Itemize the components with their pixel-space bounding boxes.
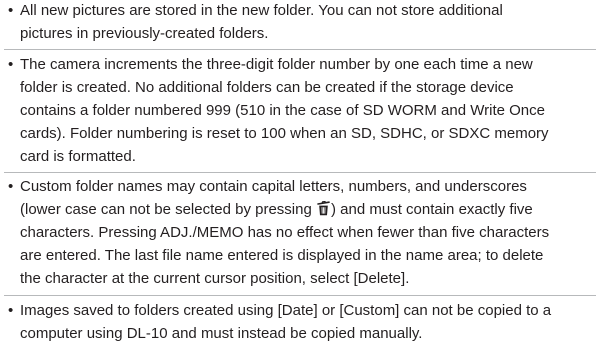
text-line: The camera increments the three-digit fo… <box>20 56 533 73</box>
text-line: computer using DL-10 and must instead be… <box>20 325 423 342</box>
text-line: Custom folder names may contain capital … <box>20 178 527 195</box>
bullet-mark: • <box>8 302 14 319</box>
divider <box>4 172 596 173</box>
bullet-text: The camera increments the three-digit fo… <box>20 53 594 168</box>
bullet-text: Custom folder names may contain capital … <box>20 175 594 290</box>
text-line: Images saved to folders created using [D… <box>20 302 552 319</box>
bullet-mark: • <box>8 56 14 73</box>
bullet-mark: • <box>8 178 14 195</box>
bullet-list: • All new pictures are stored in the new… <box>0 0 598 351</box>
text-line: cards). Folder numbering is reset to 100… <box>20 125 549 142</box>
bullet-text: All new pictures are stored in the new f… <box>20 0 594 45</box>
text-fragment: (lower case can not be selected by press… <box>20 201 316 218</box>
text-line: (lower case can not be selected by press… <box>20 198 594 221</box>
bullet-text: Images saved to folders created using [D… <box>20 299 594 345</box>
text-line: All new pictures are stored in the new f… <box>20 2 503 19</box>
text-line: are entered. The last file name entered … <box>20 247 544 264</box>
text-line: characters. Pressing ADJ./MEMO has no ef… <box>20 224 550 241</box>
bullet-mark: • <box>8 2 14 19</box>
divider <box>4 49 596 50</box>
text-line: folder is created. No additional folders… <box>20 79 514 96</box>
text-line: pictures in previously-created folders. <box>20 25 269 42</box>
text-line: the character at the current cursor posi… <box>20 270 410 287</box>
trash-icon <box>317 201 330 216</box>
text-line: contains a folder numbered 999 (510 in t… <box>20 102 545 119</box>
divider <box>4 295 596 296</box>
text-fragment: ) and must contain exactly five <box>331 201 533 218</box>
text-line: card is formatted. <box>20 148 136 165</box>
